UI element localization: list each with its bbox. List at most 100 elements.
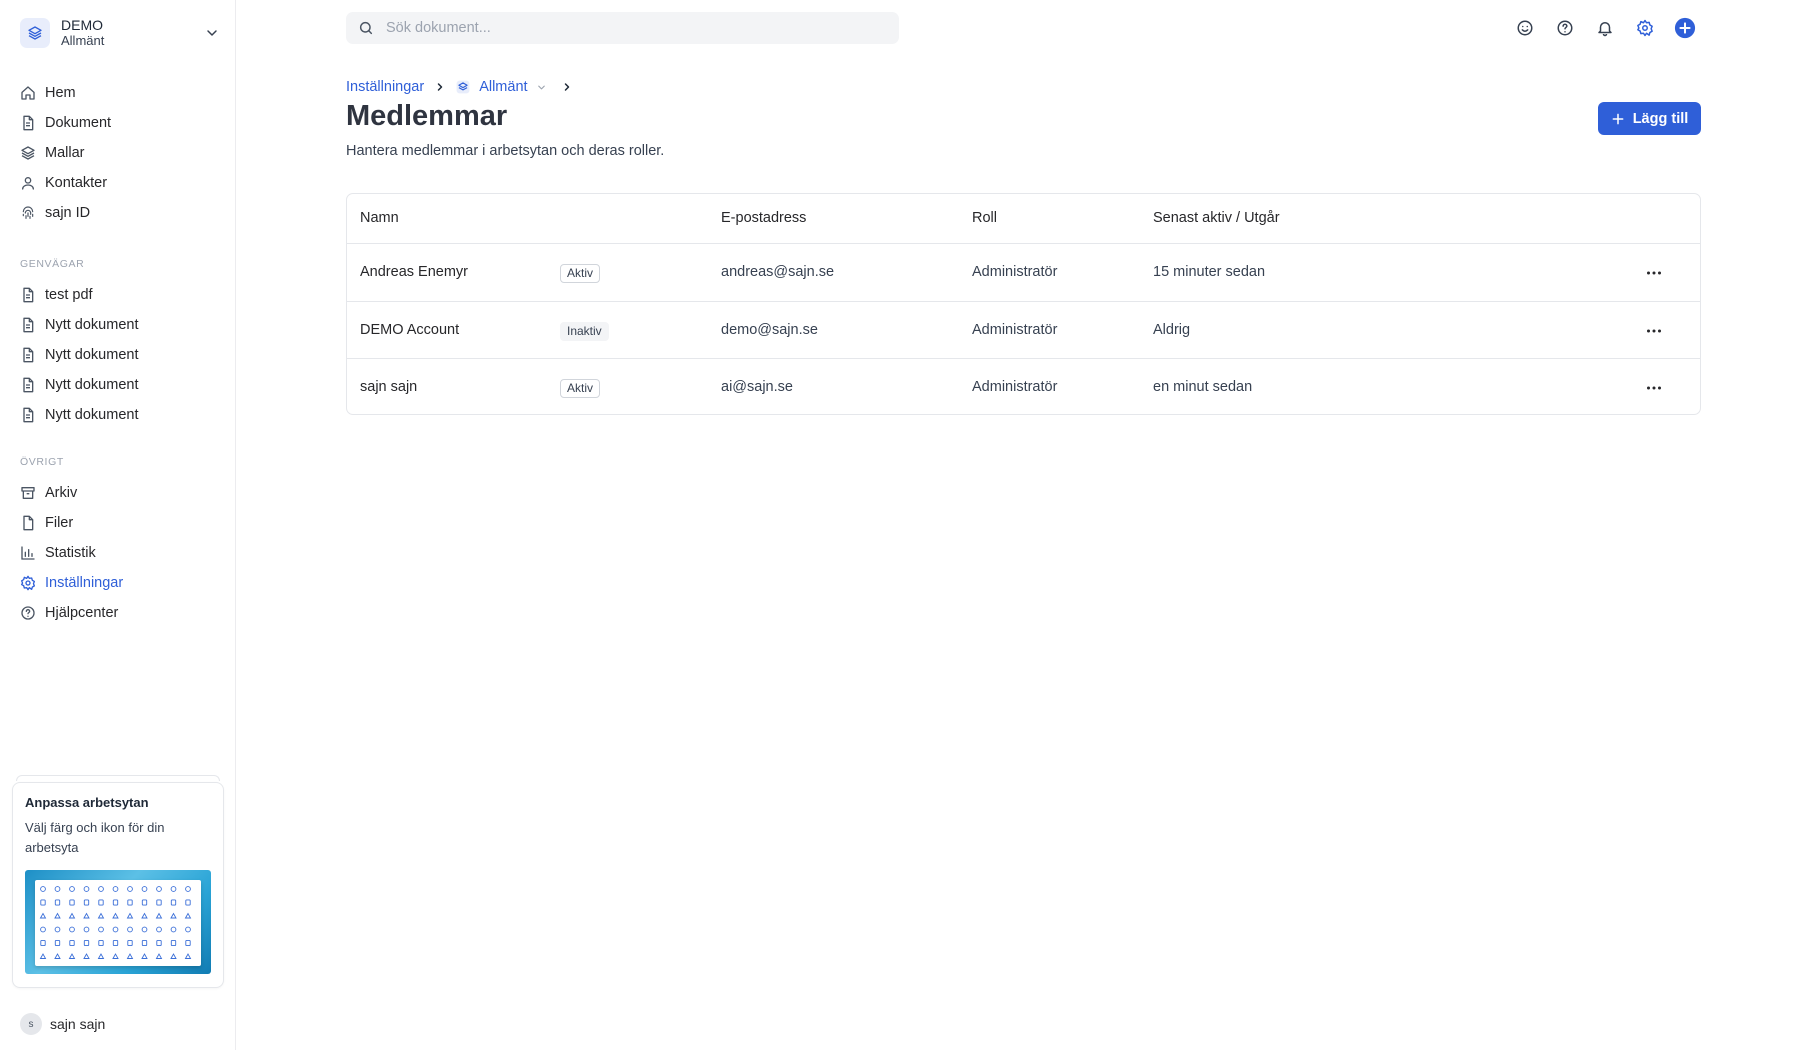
member-name: sajn sajn (360, 379, 418, 395)
more-options-icon[interactable] (1641, 320, 1667, 342)
member-name: DEMO Account (360, 321, 460, 338)
search-bar[interactable] (346, 12, 899, 44)
search-input[interactable] (386, 20, 866, 36)
shortcut-item[interactable]: Nytt dokument (12, 400, 224, 430)
nav-item-templates[interactable]: Mallar (12, 138, 224, 168)
help-icon[interactable] (1554, 17, 1576, 39)
grid-glyph-icon (40, 926, 46, 933)
nav-item-settings[interactable]: Inställningar (12, 568, 224, 598)
grid-glyph-icon (54, 899, 61, 906)
grid-glyph-icon (156, 926, 162, 933)
grid-glyph-icon (98, 899, 104, 906)
nav-item-label: Dokument (45, 115, 112, 131)
table-row: sajn sajn Aktiv ai@sajn.se Administratör… (347, 359, 1700, 414)
nav-item-label: Mallar (45, 145, 85, 161)
grid-glyph-icon (83, 886, 90, 892)
help-circle-icon (20, 605, 36, 621)
grid-glyph-icon (97, 912, 105, 919)
member-name: Andreas Enemyr (360, 264, 468, 280)
grid-glyph-icon (127, 939, 133, 947)
promo-title: Anpassa arbetsytan (25, 795, 149, 810)
promo-stack-edge (16, 775, 220, 781)
add-member-label: Lägg till (1632, 110, 1689, 127)
chevron-down-icon (204, 25, 220, 41)
document-icon (20, 287, 36, 303)
icon-grid-preview-image (25, 870, 211, 974)
shortcut-label: test pdf (45, 287, 93, 303)
plus-circle-icon[interactable] (1674, 17, 1696, 39)
add-member-button[interactable]: Lägg till (1598, 102, 1701, 135)
grid-glyph-icon (54, 953, 61, 959)
breadcrumb-settings-link[interactable]: Inställningar (346, 79, 424, 95)
nav-item-documents[interactable]: Dokument (12, 108, 224, 138)
nav-item-contacts[interactable]: Kontakter (12, 168, 224, 198)
grid-glyph-icon (141, 953, 148, 959)
nav-item-archive[interactable]: Arkiv (12, 478, 224, 508)
grid-glyph-icon (126, 953, 134, 959)
document-icon (20, 377, 36, 393)
grid-glyph-icon (127, 926, 133, 933)
grid-glyph-icon (98, 886, 104, 892)
layers-icon (20, 145, 36, 161)
nav-item-label: Hem (45, 85, 76, 101)
nav-item-label: sajn ID (45, 205, 91, 221)
grid-glyph-icon (39, 953, 47, 959)
more-options-icon[interactable] (1641, 377, 1667, 399)
sidebar: DEMO Allmänt Hem Dokument Mallar Kontakt… (0, 0, 236, 1050)
member-email: ai@sajn.se (721, 379, 793, 395)
grid-glyph-icon (112, 912, 119, 919)
workspace-name: DEMO (61, 17, 103, 33)
user-menu[interactable]: s sajn sajn (20, 1012, 105, 1036)
grid-glyph-icon (127, 899, 133, 906)
nav-item-label: Arkiv (45, 485, 78, 501)
shortcut-item[interactable]: Nytt dokument (12, 370, 224, 400)
grid-glyph-icon (40, 939, 46, 947)
status-badge: Aktiv (560, 264, 601, 283)
workspace-switcher[interactable]: DEMO Allmänt (20, 16, 220, 50)
grid-glyph-icon (127, 886, 133, 892)
grid-glyph-icon (112, 953, 119, 959)
more-options-icon[interactable] (1641, 262, 1667, 284)
shortcut-item[interactable]: test pdf (12, 280, 224, 310)
nav-item-files[interactable]: Filer (12, 508, 224, 538)
customize-workspace-card[interactable]: Anpassa arbetsytan Välj färg och ikon fö… (12, 782, 224, 988)
feedback-smiley-icon[interactable] (1514, 17, 1536, 39)
page-title: Medlemmar (346, 100, 508, 132)
shortcut-item[interactable]: Nytt dokument (12, 310, 224, 340)
status-badge: Aktiv (560, 379, 601, 398)
grid-glyph-icon (54, 939, 61, 947)
avatar: s (20, 1013, 42, 1035)
document-icon (20, 115, 36, 131)
grid-glyph-icon (68, 912, 76, 919)
status-badge: Inaktiv (560, 321, 609, 341)
shortcut-item[interactable]: Nytt dokument (12, 340, 224, 370)
bell-icon[interactable] (1594, 17, 1616, 39)
member-email: demo@sajn.se (721, 321, 818, 338)
fingerprint-icon (20, 205, 36, 221)
table-row: DEMO Account Inaktiv demo@sajn.se Admini… (347, 302, 1700, 359)
nav-item-label: Statistik (45, 545, 96, 561)
breadcrumb-workspace-label: Allmänt (479, 79, 528, 95)
grid-glyph-icon (112, 939, 119, 947)
grid-glyph-icon (170, 886, 177, 892)
file-icon (20, 515, 36, 531)
workspace-logo-icon (20, 18, 50, 48)
shortcut-label: Nytt dokument (45, 347, 139, 363)
grid-glyph-icon (170, 939, 177, 947)
member-last-active: Aldrig (1153, 321, 1191, 338)
nav-item-help-center[interactable]: Hjälpcenter (12, 598, 224, 628)
column-header-name: Namn (360, 210, 399, 226)
nav-item-label: Filer (45, 515, 74, 531)
nav-item-label: Inställningar (45, 575, 124, 591)
breadcrumb-workspace-selector[interactable]: Allmänt (456, 79, 546, 95)
nav-item-home[interactable]: Hem (12, 78, 224, 108)
nav-item-sajn-id[interactable]: sajn ID (12, 198, 224, 228)
gear-icon[interactable] (1634, 17, 1656, 39)
nav-item-statistics[interactable]: Statistik (12, 538, 224, 568)
grid-glyph-icon (98, 939, 104, 947)
grid-glyph-icon (69, 926, 75, 933)
promo-text: Välj färg och ikon för din arbetsyta (25, 820, 165, 855)
grid-glyph-icon (83, 953, 90, 959)
home-icon (20, 85, 36, 101)
grid-glyph-icon (69, 899, 75, 906)
